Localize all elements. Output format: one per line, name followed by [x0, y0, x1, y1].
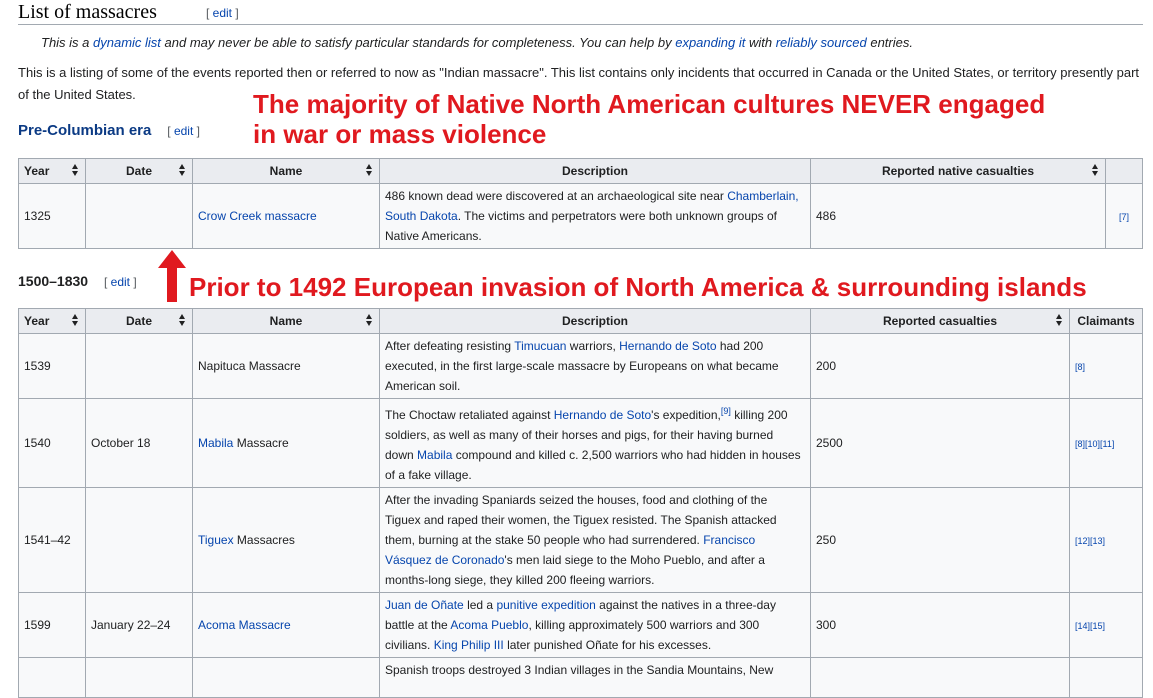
description-cell: After the invading Spaniards seized the …	[379, 487, 811, 593]
early-title: 1500–1830	[18, 273, 89, 289]
description-cell: Juan de Oñate led a punitive expedition …	[379, 592, 811, 658]
col-casualties-header[interactable]: Reported native casualties	[810, 158, 1106, 184]
crow-creek-link[interactable]: Crow Creek massacre	[198, 209, 317, 223]
ref-links[interactable]: [12][13]	[1075, 536, 1105, 546]
precolumbian-header-row: Year Date Name Description Reported nati…	[18, 158, 1143, 184]
early-edit-link[interactable]: edit	[111, 275, 130, 289]
ref-link[interactable]: [7]	[1119, 212, 1129, 222]
description-cell: After defeating resisting Timucuan warri…	[379, 333, 811, 399]
early-table: Year Date Name Description Reported casu…	[18, 308, 1143, 698]
precolumbian-table: Year Date Name Description Reported nati…	[18, 158, 1143, 249]
table-row: 1541–42 Tiguex Massacres After the invad…	[18, 487, 1143, 593]
dynamic-list-hatnote: This is a dynamic list and may never be …	[41, 35, 913, 50]
sort-icon[interactable]	[72, 314, 79, 326]
description-cell: Spanish troops destroyed 3 Indian villag…	[379, 657, 811, 698]
name-cell: Tiguex Massacres	[192, 487, 380, 593]
date-cell	[85, 183, 193, 249]
section-title: List of massacres	[18, 1, 157, 23]
claimants-cell: [14][15]	[1069, 592, 1143, 658]
ref-links[interactable]: [8]	[1075, 362, 1085, 372]
casualties-cell: 2500	[810, 398, 1070, 488]
early-edit: [ edit ]	[103, 275, 137, 289]
col-year-header[interactable]: Year	[18, 308, 86, 334]
casualties-cell: 250	[810, 487, 1070, 593]
sort-icon[interactable]	[1056, 314, 1063, 326]
year-cell: 1541–42	[18, 487, 86, 593]
precolumbian-title: Pre-Columbian era	[18, 122, 152, 139]
date-cell	[85, 333, 193, 399]
annotation-prior-1492: Prior to 1492 European invasion of North…	[189, 272, 1087, 302]
mabila-link[interactable]: Mabila	[198, 436, 233, 450]
col-refs-header	[1105, 158, 1143, 184]
ref-links[interactable]: [8][10][11]	[1075, 439, 1114, 449]
year-cell: 1540	[18, 398, 86, 488]
sort-icon[interactable]	[179, 314, 186, 326]
claimants-cell: [8][10][11]	[1069, 398, 1143, 488]
punitive-expedition-link[interactable]: punitive expedition	[496, 598, 595, 612]
sort-icon[interactable]	[366, 314, 373, 326]
sort-icon[interactable]	[179, 164, 186, 176]
table-row: 1325 Crow Creek massacre 486 known dead …	[18, 183, 1143, 249]
description-cell: The Choctaw retaliated against Hernando …	[379, 398, 811, 488]
sort-icon[interactable]	[1092, 164, 1099, 176]
col-name-header[interactable]: Name	[192, 308, 380, 334]
claimants-cell: [12][13]	[1069, 487, 1143, 593]
precolumbian-edit-link[interactable]: edit	[174, 124, 193, 138]
col-date-header[interactable]: Date	[85, 158, 193, 184]
col-claimants-header: Claimants	[1069, 308, 1143, 334]
name-cell: Napituca Massacre	[192, 333, 380, 399]
claimants-cell: [8]	[1069, 333, 1143, 399]
red-arrow-up-icon	[158, 250, 186, 302]
annotation-majority: The majority of Native North American cu…	[253, 89, 1046, 149]
casualties-cell: 300	[810, 592, 1070, 658]
hernando-de-soto-link[interactable]: Hernando de Soto	[619, 339, 716, 353]
section-edit: [ edit ]	[206, 6, 239, 20]
col-casualties-header[interactable]: Reported casualties	[810, 308, 1070, 334]
early-heading: 1500–1830 [ edit ]	[18, 273, 137, 289]
table-row: 1539 Napituca Massacre After defeating r…	[18, 333, 1143, 399]
year-cell: 1599	[18, 592, 86, 658]
juan-de-onate-link[interactable]: Juan de Oñate	[385, 598, 464, 612]
date-cell: October 18	[85, 398, 193, 488]
date-cell: January 22–24	[85, 592, 193, 658]
hernando-de-soto-link[interactable]: Hernando de Soto	[554, 408, 651, 422]
precolumbian-heading: Pre-Columbian era [ edit ]	[18, 122, 200, 139]
col-description-header: Description	[379, 158, 811, 184]
acoma-massacre-link[interactable]: Acoma Massacre	[198, 618, 291, 632]
tiguex-link[interactable]: Tiguex	[198, 533, 234, 547]
timucuan-link[interactable]: Timucuan	[514, 339, 566, 353]
col-description-header: Description	[379, 308, 811, 334]
reliably-sourced-link[interactable]: reliably sourced	[776, 35, 867, 50]
casualties-cell: 200	[810, 333, 1070, 399]
year-cell: 1539	[18, 333, 86, 399]
precolumbian-edit: [ edit ]	[167, 124, 200, 138]
date-cell	[85, 487, 193, 593]
refs-cell: [7]	[1105, 183, 1143, 249]
early-header-row: Year Date Name Description Reported casu…	[18, 308, 1143, 334]
sort-icon[interactable]	[72, 164, 79, 176]
table-row: 1540 October 18 Mabila Massacre The Choc…	[18, 398, 1143, 488]
description-cell: 486 known dead were discovered at an arc…	[379, 183, 811, 249]
name-cell: Mabila Massacre	[192, 398, 380, 488]
section-edit-link[interactable]: edit	[213, 6, 232, 20]
name-cell: Acoma Massacre	[192, 592, 380, 658]
table-row: 1599 January 22–24 Acoma Massacre Juan d…	[18, 592, 1143, 658]
dynamic-list-link[interactable]: dynamic list	[93, 35, 161, 50]
col-date-header[interactable]: Date	[85, 308, 193, 334]
col-name-header[interactable]: Name	[192, 158, 380, 184]
name-cell: Crow Creek massacre	[192, 183, 380, 249]
col-year-header[interactable]: Year	[18, 158, 86, 184]
expanding-it-link[interactable]: expanding it	[675, 35, 745, 50]
mabila-link[interactable]: Mabila	[417, 448, 452, 462]
section-heading: List of massacres [ edit ]	[18, 0, 1143, 25]
casualties-cell: 486	[810, 183, 1106, 249]
year-cell: 1325	[18, 183, 86, 249]
citation-link[interactable]: [9]	[721, 406, 731, 416]
acoma-pueblo-link[interactable]: Acoma Pueblo	[450, 618, 528, 632]
table-row: Spanish troops destroyed 3 Indian villag…	[18, 657, 1143, 698]
ref-links[interactable]: [14][15]	[1075, 621, 1105, 631]
sort-icon[interactable]	[366, 164, 373, 176]
king-philip-link[interactable]: King Philip III	[434, 638, 504, 652]
